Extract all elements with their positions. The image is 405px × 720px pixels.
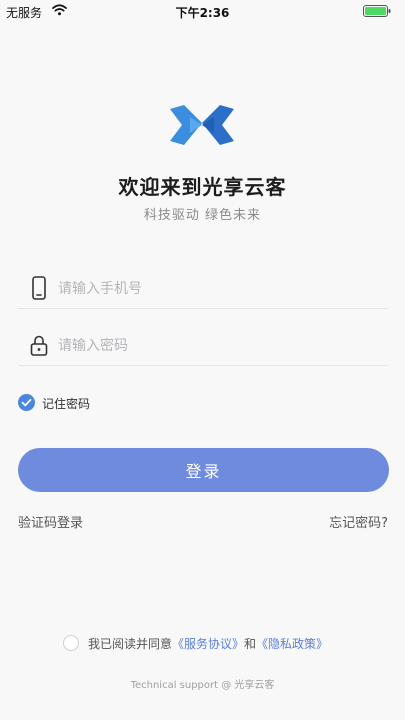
agreement-and: 和 <box>244 637 257 651</box>
login-screen: 无服务 下午2:36 欢迎来到光享云客 科技驱动 绿色未来 请输入手机号 记住密… <box>0 0 405 720</box>
privacy-policy-link[interactable]: 《隐私政策》 <box>256 637 328 651</box>
login-button[interactable]: 登录 <box>18 448 389 492</box>
agreement-row: 我已阅读并同意《服务协议》和《隐私政策》 <box>0 633 405 653</box>
sms-login-link[interactable]: 验证码登录 <box>18 512 83 531</box>
app-title: 欢迎来到光享云客 <box>118 175 287 199</box>
technical-support-text: Technical support @ 光享云客 <box>130 680 275 691</box>
phone-field-row <box>18 268 388 309</box>
password-input[interactable] <box>56 330 380 362</box>
lock-icon <box>30 335 48 356</box>
app-subtitle: 科技驱动 绿色未来 <box>143 208 262 223</box>
agreement-text: 我已阅读并同意《服务协议》和《隐私政策》 <box>88 635 328 652</box>
battery-icon <box>363 5 391 17</box>
agreement-checkbox[interactable] <box>63 635 79 651</box>
remember-password-label: 记住密码 <box>42 397 91 411</box>
agreement-prefix: 我已阅读并同意 <box>88 637 173 651</box>
phone-input[interactable] <box>56 273 380 305</box>
status-time: 下午2:36 <box>175 6 230 20</box>
password-field-row <box>18 325 388 366</box>
service-agreement-link[interactable]: 《服务协议》 <box>172 637 244 651</box>
checkmark-circle-icon[interactable] <box>18 394 35 411</box>
forgot-password-link[interactable]: 忘记密码? <box>329 512 388 531</box>
status-bar: 无服务 下午2:36 <box>0 0 405 22</box>
phone-icon <box>32 276 46 300</box>
app-logo-icon <box>170 105 234 145</box>
